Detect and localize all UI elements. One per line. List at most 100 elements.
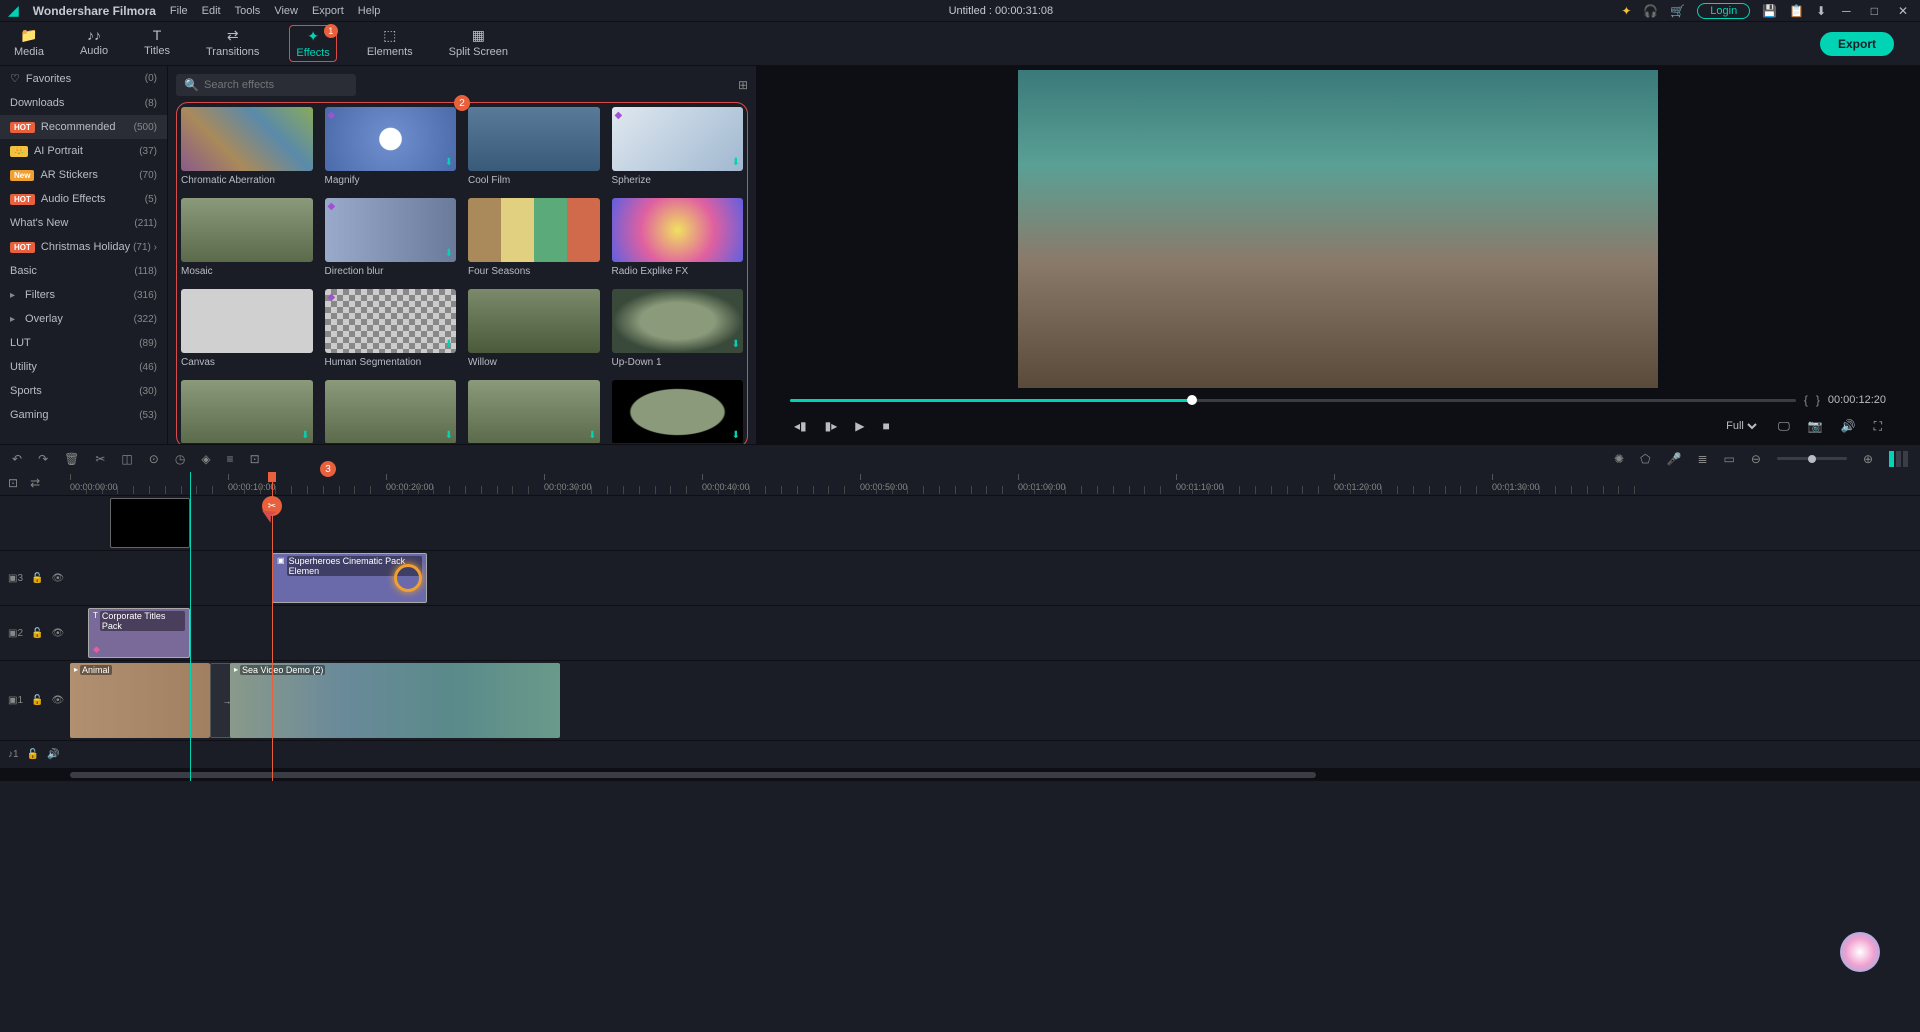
save-icon[interactable]: 💾 xyxy=(1762,4,1777,18)
lock-icon[interactable]: 🔓 xyxy=(27,749,39,760)
undo-icon[interactable]: ↶ xyxy=(12,452,22,466)
effect-card-magnify[interactable]: ◆⬇Magnify xyxy=(325,107,457,186)
menu-tools[interactable]: Tools xyxy=(235,5,261,17)
tab-transitions[interactable]: ⇄Transitions xyxy=(200,25,265,62)
effect-card-item[interactable]: ⬇ xyxy=(612,380,744,443)
maximize-icon[interactable]: □ xyxy=(1867,4,1882,18)
preview-scrubber[interactable] xyxy=(790,399,1796,402)
tab-titles[interactable]: TTitles xyxy=(138,25,176,62)
login-button[interactable]: Login xyxy=(1697,3,1750,19)
sidebar-item-recommended[interactable]: HOTRecommended(500) xyxy=(0,115,167,139)
clip-corporate[interactable]: T Corporate Titles Pack ◆ xyxy=(88,608,190,658)
tab-split-screen[interactable]: ▦Split Screen xyxy=(443,25,514,62)
effect-card-canvas[interactable]: Canvas xyxy=(181,289,313,368)
sidebar-item-ar-stickers[interactable]: NewAR Stickers(70) xyxy=(0,163,167,187)
menu-file[interactable]: File xyxy=(170,5,188,17)
notification-icon[interactable]: 📋 xyxy=(1789,4,1804,18)
adjust-icon[interactable]: ≡ xyxy=(227,452,234,466)
preview-frame-clip[interactable] xyxy=(110,498,190,548)
minimize-icon[interactable]: ─ xyxy=(1838,4,1855,18)
download-icon[interactable]: ⬇ xyxy=(732,430,740,441)
sidebar-item-downloads[interactable]: Downloads(8) xyxy=(0,91,167,115)
eye-icon[interactable]: 👁 xyxy=(51,628,64,639)
close-icon[interactable]: ✕ xyxy=(1894,4,1912,18)
export-button[interactable]: Export xyxy=(1820,32,1894,56)
clip-superheroes[interactable]: ▣ Superheroes Cinematic Pack Elemen xyxy=(272,553,427,603)
eye-icon[interactable]: 👁 xyxy=(51,695,64,706)
sidebar-item-what-s-new[interactable]: What's New(211) xyxy=(0,211,167,235)
tab-effects[interactable]: ✦Effects1 xyxy=(289,25,336,62)
zoom-slider[interactable] xyxy=(1777,457,1847,460)
preview-video[interactable] xyxy=(1018,70,1658,388)
lock-icon[interactable]: 🔓 xyxy=(31,628,43,639)
download-icon[interactable]: ⬇ xyxy=(588,430,596,441)
cart-icon[interactable]: 🛒 xyxy=(1670,4,1685,18)
sidebar-item-ai-portrait[interactable]: 👑AI Portrait(37) xyxy=(0,139,167,163)
download-icon[interactable]: ⬇ xyxy=(732,339,740,350)
effect-card-direction-blur[interactable]: ◆⬇Direction blur xyxy=(325,198,457,277)
filmora-logo-button[interactable] xyxy=(1840,932,1880,972)
snap-icon[interactable]: ▭ xyxy=(1724,452,1735,466)
tab-media[interactable]: 📁Media xyxy=(8,25,50,62)
speaker-icon[interactable]: 🔊 xyxy=(47,749,59,760)
brace-left-icon[interactable]: { xyxy=(1804,393,1808,407)
render-icon[interactable]: ✺ xyxy=(1614,452,1624,466)
effect-card-item[interactable]: ⬇ xyxy=(325,380,457,443)
zoom-out-icon[interactable]: ⊖ xyxy=(1751,452,1761,466)
display-icon[interactable]: 🖵 xyxy=(1778,419,1790,434)
sidebar-item-gaming[interactable]: Gaming(53) xyxy=(0,403,167,427)
playhead-green[interactable] xyxy=(190,472,191,781)
effect-card-chromatic-aberration[interactable]: Chromatic Aberration xyxy=(181,107,313,186)
download-icon[interactable]: ⬇ xyxy=(301,430,309,441)
sidebar-item-christmas-holiday[interactable]: HOTChristmas Holiday(71) › xyxy=(0,235,167,259)
support-icon[interactable]: 🎧 xyxy=(1643,4,1658,18)
effect-card-up-down-1[interactable]: ⬇Up-Down 1 xyxy=(612,289,744,368)
effect-card-spherize[interactable]: ◆⬇Spherize xyxy=(612,107,744,186)
sidebar-item-audio-effects[interactable]: HOTAudio Effects(5) xyxy=(0,187,167,211)
effect-card-radio-explike-fx[interactable]: Radio Explike FX xyxy=(612,198,744,277)
download-icon[interactable]: ⬇ xyxy=(1816,4,1826,18)
sidebar-item-utility[interactable]: Utility(46) xyxy=(0,355,167,379)
clip-animal[interactable]: ▸ Animal xyxy=(70,663,210,738)
effect-card-item[interactable]: ⬇ xyxy=(181,380,313,443)
download-icon[interactable]: ⬇ xyxy=(732,157,740,168)
delete-icon[interactable]: 🗑 xyxy=(64,452,79,466)
record-icon[interactable]: 🎤 xyxy=(1667,452,1682,466)
eye-icon[interactable]: 👁 xyxy=(51,573,64,584)
premium-icon[interactable]: ✦ xyxy=(1621,4,1631,18)
speed-icon[interactable]: ⊙ xyxy=(149,452,159,466)
clock-icon[interactable]: ◷ xyxy=(175,452,185,466)
magnet-icon[interactable]: ⊡ xyxy=(8,476,18,490)
effect-card-cool-film[interactable]: Cool Film xyxy=(468,107,600,186)
color-icon[interactable]: ◈ xyxy=(201,452,210,466)
sidebar-item-lut[interactable]: LUT(89) xyxy=(0,331,167,355)
sidebar-item-basic[interactable]: Basic(118) xyxy=(0,259,167,283)
search-input[interactable] xyxy=(176,74,356,96)
clip-sea-video[interactable]: ▸ Sea Video Demo (2) xyxy=(230,663,560,738)
brace-right-icon[interactable]: } xyxy=(1816,393,1820,407)
effect-card-human-segmentation[interactable]: ◆⬇Human Segmentation xyxy=(325,289,457,368)
tab-audio[interactable]: ♪♪Audio xyxy=(74,25,114,62)
timeline-scrollbar[interactable] xyxy=(0,769,1920,781)
tab-elements[interactable]: ⬚Elements xyxy=(361,25,419,62)
link-icon[interactable]: ⇄ xyxy=(30,476,40,490)
snapshot-icon[interactable]: 📷 xyxy=(1808,419,1823,433)
zoom-in-icon[interactable]: ⊕ xyxy=(1863,452,1873,466)
effect-card-willow[interactable]: Willow xyxy=(468,289,600,368)
download-icon[interactable]: ⬇ xyxy=(445,248,453,259)
grid-view-icon[interactable]: ⊞ xyxy=(738,78,748,92)
crop-icon[interactable]: ◫ xyxy=(121,452,132,466)
quality-select[interactable]: Full xyxy=(1722,419,1760,433)
download-icon[interactable]: ⬇ xyxy=(445,157,453,168)
menu-edit[interactable]: Edit xyxy=(202,5,221,17)
play-pause-icon[interactable]: ▮▸ xyxy=(825,419,838,433)
fullscreen-icon[interactable]: ⛶ xyxy=(1874,419,1882,434)
sidebar-item-sports[interactable]: Sports(30) xyxy=(0,379,167,403)
effect-card-item[interactable]: ⬇ xyxy=(468,380,600,443)
redo-icon[interactable]: ↷ xyxy=(38,452,48,466)
zoom-fit-icon[interactable] xyxy=(1889,451,1908,467)
menu-view[interactable]: View xyxy=(274,5,298,17)
sidebar-item-overlay[interactable]: ▸Overlay(322) xyxy=(0,307,167,331)
sidebar-item-favorites[interactable]: ♡Favorites(0) xyxy=(0,66,167,91)
sidebar-item-filters[interactable]: ▸Filters(316) xyxy=(0,283,167,307)
